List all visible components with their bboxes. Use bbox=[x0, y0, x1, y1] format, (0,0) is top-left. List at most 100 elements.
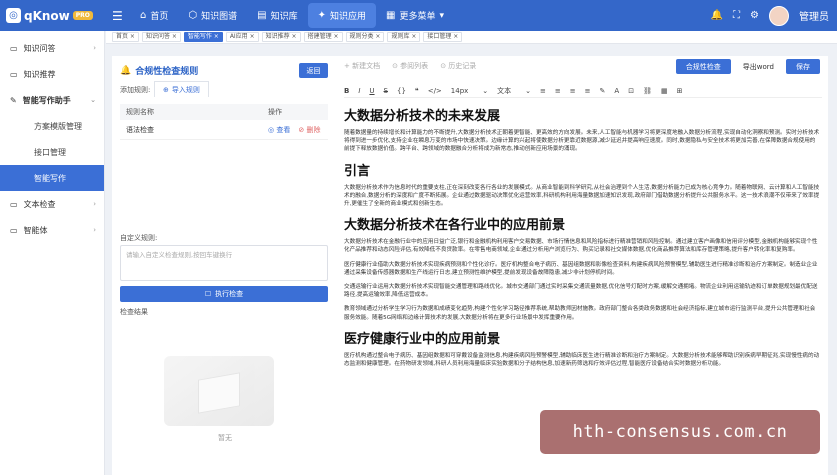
row-actions: ◎ 查看 ⊘ 删除 bbox=[268, 125, 328, 135]
doc-paragraph: 交通运输行业运用大数据分析技术实现智能交通管理和路线优化。城市交通部门通过实时采… bbox=[344, 284, 818, 299]
align-right-icon[interactable]: ≡ bbox=[570, 87, 576, 95]
font-size-select[interactable]: 14px ⌄ bbox=[451, 87, 488, 95]
back-button[interactable]: 返回 bbox=[299, 63, 328, 78]
tab-ai-app[interactable]: AI应用 × bbox=[225, 32, 259, 42]
execute-label: 执行检查 bbox=[215, 290, 244, 298]
page-tabs: 首页 × 知识问答 × 智能写作 × AI应用 × 知识推荐 × 搭建管理 × … bbox=[106, 31, 837, 44]
sidebar-item-agent[interactable]: ▭ 智能体 › bbox=[0, 217, 104, 243]
avatar[interactable] bbox=[769, 5, 789, 26]
watermark: hth-consensus.com.cn bbox=[540, 410, 820, 454]
tab-recommend[interactable]: 知识推荐 × bbox=[261, 32, 301, 42]
nav-home[interactable]: ⌂ 首页 bbox=[130, 0, 178, 31]
nav-label: 知识图谱 bbox=[201, 12, 238, 22]
tab-rule-library[interactable]: 规则库 × bbox=[387, 32, 421, 42]
highlight-icon[interactable]: ✎ bbox=[600, 87, 606, 95]
nav-more-menu[interactable]: ▦ 更多菜单 ▾ bbox=[376, 0, 454, 31]
doc-paragraph: 医疗健康行业借助大数据分析技术实现疾病预测和个性化诊疗。医疗机构整合电子病历、基… bbox=[344, 261, 818, 276]
compliance-check-button[interactable]: 合规性检查 bbox=[675, 59, 731, 74]
list-icon[interactable]: ≡ bbox=[585, 87, 591, 95]
recommend-icon: ▭ bbox=[10, 69, 18, 79]
italic-icon[interactable]: I bbox=[358, 87, 360, 95]
sidebar-item-text-check[interactable]: ▭ 文本检查 › bbox=[0, 191, 104, 217]
code-block-icon[interactable]: {} bbox=[397, 87, 406, 95]
export-word-button[interactable]: 导出word bbox=[737, 59, 780, 74]
quote-icon[interactable]: ❝ bbox=[415, 87, 419, 95]
strikethrough-icon[interactable]: S bbox=[384, 87, 388, 95]
bell-icon: 🔔 bbox=[120, 65, 132, 76]
rule-name: 语法检查 bbox=[126, 125, 154, 134]
reference-list-button[interactable]: ⊙ 参阅列表 bbox=[392, 61, 428, 71]
chevron-right-icon: › bbox=[93, 200, 96, 208]
sidebar-item-qa[interactable]: ▭ 知识问答 › bbox=[0, 35, 104, 61]
menu-toggle-icon[interactable]: ☰ bbox=[112, 9, 123, 23]
empty-box-illustration bbox=[164, 356, 274, 426]
underline-icon[interactable]: U bbox=[369, 87, 374, 95]
new-document-button[interactable]: + 新建文档 bbox=[344, 61, 380, 71]
document-icon: ☐ bbox=[204, 290, 212, 298]
sidebar-item-writing-assistant[interactable]: ✎ 智能写作助手 ⌄ bbox=[0, 87, 104, 113]
insert-icon[interactable]: ⊞ bbox=[677, 87, 683, 95]
chevron-right-icon: › bbox=[93, 44, 96, 52]
tab-rule-category[interactable]: 规则分类 × bbox=[345, 32, 385, 42]
editor-actions: 合规性检查 导出word 保存 bbox=[675, 59, 820, 74]
align-left-icon[interactable]: ≡ bbox=[540, 87, 546, 95]
text-color-icon[interactable]: A bbox=[614, 87, 619, 95]
table-row: 语法检查 ◎ 查看 ⊘ 删除 bbox=[120, 120, 328, 140]
settings-icon[interactable]: ⚙ bbox=[750, 10, 759, 21]
sidebar-item-label: 智能写作助手 bbox=[22, 95, 71, 105]
nav-knowledge-base[interactable]: ▤ 知识库 bbox=[247, 0, 307, 31]
table-icon[interactable]: ▦ bbox=[661, 87, 668, 95]
panel-title-text: 合规性检查规则 bbox=[135, 67, 199, 77]
tab-home[interactable]: 首页 × bbox=[112, 32, 139, 42]
save-button[interactable]: 保存 bbox=[786, 59, 820, 74]
bold-icon[interactable]: B bbox=[344, 87, 349, 95]
fullscreen-icon[interactable]: ⛶ bbox=[733, 10, 740, 21]
home-icon: ⌂ bbox=[140, 10, 147, 21]
tab-smart-writing[interactable]: 智能写作 × bbox=[183, 32, 223, 42]
code-icon[interactable]: </> bbox=[428, 87, 442, 95]
qa-icon: ▭ bbox=[10, 43, 18, 53]
sidebar-item-label: 知识问答 bbox=[23, 43, 56, 53]
chevron-down-icon: ⌄ bbox=[90, 96, 96, 104]
empty-text: 暂无 bbox=[218, 434, 232, 442]
chevron-down-icon: ⌄ bbox=[482, 86, 489, 95]
delete-link[interactable]: ⊘ 删除 bbox=[298, 125, 320, 135]
text-style-select[interactable]: 文本 ⌄ bbox=[497, 86, 531, 96]
grid-icon: ▦ bbox=[386, 10, 396, 21]
add-rule-label: 添加规则: bbox=[120, 86, 151, 94]
tab-build-manage[interactable]: 搭建管理 × bbox=[303, 32, 343, 42]
history-button[interactable]: ⊙ 历史记录 bbox=[440, 61, 476, 71]
nav-knowledge-graph[interactable]: ⬡ 知识图谱 bbox=[178, 0, 247, 31]
execute-check-button[interactable]: ☐ 执行检查 bbox=[120, 286, 328, 302]
sidebar-item-label: 文本检查 bbox=[23, 199, 56, 209]
align-center-icon[interactable]: ≡ bbox=[555, 87, 561, 95]
view-link[interactable]: ◎ 查看 bbox=[268, 125, 290, 135]
import-rule-button[interactable]: ⊕ 导入规则 bbox=[154, 81, 209, 97]
user-name[interactable]: 管理员 bbox=[799, 8, 829, 23]
compliance-rules-panel: 🔔 合规性检查规则 返回 添加规则: ⊕ 导入规则 规则名称 操作 语法检查 ◎ 查… bbox=[112, 56, 338, 475]
app-logo[interactable]: ◎ qKnow PRO bbox=[6, 6, 93, 25]
logo-icon: ◎ bbox=[6, 8, 21, 23]
link-icon[interactable]: ⛓ bbox=[643, 87, 652, 95]
sidebar-subitem-interface[interactable]: 接口管理 bbox=[0, 139, 104, 165]
tab-interface[interactable]: 接口管理 × bbox=[423, 32, 463, 42]
custom-rule-input[interactable]: 请输入自定义检查规则,按回车键换行 bbox=[120, 245, 328, 281]
text-style-value: 文本 bbox=[497, 86, 512, 95]
nav-label: 知识应用 bbox=[329, 12, 366, 22]
check-result-label: 检查结果 bbox=[120, 308, 148, 316]
tab-qa[interactable]: 知识问答 × bbox=[141, 32, 181, 42]
pen-icon: ✎ bbox=[10, 95, 17, 105]
sidebar-item-recommend[interactable]: ▭ 知识推荐 bbox=[0, 61, 104, 87]
editor-toolbar-top: + 新建文档 ⊙ 参阅列表 ⊙ 历史记录 bbox=[344, 61, 476, 71]
format-toolbar: B I U S {} ❝ </> 14px ⌄ 文本 ⌄ ≡ ≡ ≡ ≡ ✎ A ⊡… bbox=[344, 84, 822, 98]
sidebar-subitem-template[interactable]: 方案模版管理 bbox=[0, 113, 104, 139]
nav-knowledge-app[interactable]: ✦ 知识应用 bbox=[307, 3, 376, 28]
sidebar-subitem-smart-writing[interactable]: 智能写作 bbox=[0, 165, 104, 191]
doc-paragraph: 大数据分析技术作为信息时代的重要支柱,正在深刻改变各行各业的发展模式。从商业智能… bbox=[344, 184, 820, 208]
nav-label: 更多菜单 bbox=[399, 12, 436, 22]
bell-icon[interactable]: 🔔 bbox=[711, 10, 723, 21]
main-nav: ⌂ 首页 ⬡ 知识图谱 ▤ 知识库 ✦ 知识应用 ▦ 更多菜单 ▾ bbox=[130, 0, 454, 31]
custom-rule-label: 自定义规则: bbox=[120, 234, 158, 242]
image-icon[interactable]: ⊡ bbox=[628, 87, 634, 95]
doc-paragraph: 医疗机构通过整合电子病历、基因组数据和可穿戴设备监测信息,构建疾病风险预警模型,… bbox=[344, 352, 820, 368]
